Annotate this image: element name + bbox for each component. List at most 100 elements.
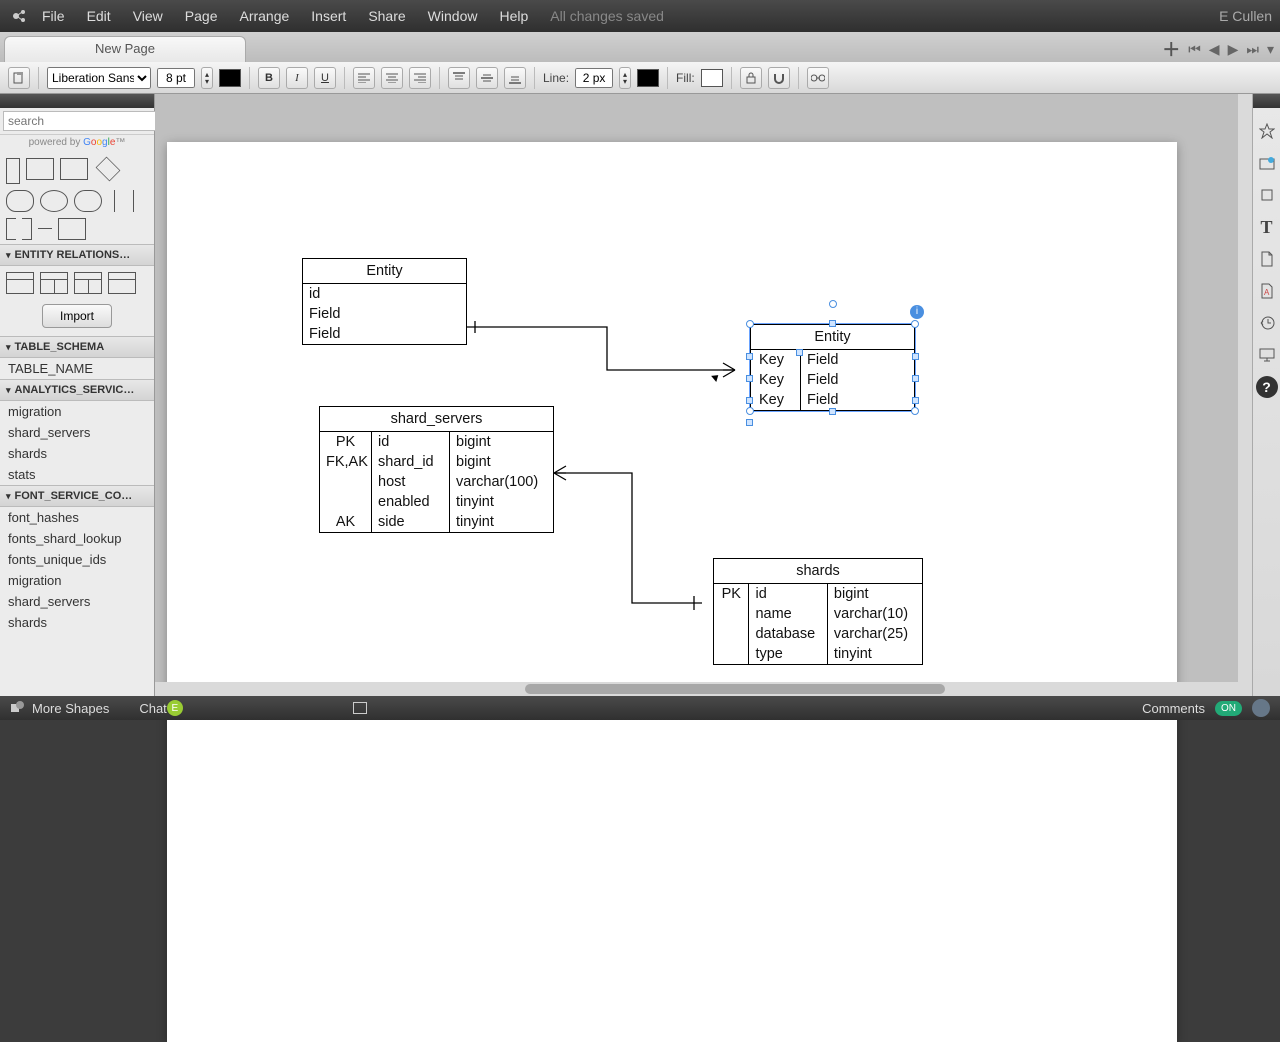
diagram-canvas[interactable]: Entity id Field Field Entity KeyField Ke… <box>155 94 1252 696</box>
more-shapes-button[interactable]: More Shapes <box>32 701 109 716</box>
diagram-shard-servers[interactable]: shard_servers PKidbigint FK,AKshard_idbi… <box>319 406 554 533</box>
menu-share[interactable]: Share <box>368 8 405 24</box>
item-stats[interactable]: stats <box>0 464 154 485</box>
help-button[interactable]: ? <box>1256 376 1278 398</box>
present-button[interactable] <box>1256 344 1278 366</box>
align-left-button[interactable] <box>353 67 375 89</box>
conn-point-r2[interactable] <box>912 375 919 382</box>
next-page-button[interactable]: ▶ <box>1228 41 1239 58</box>
resize-handle-sw[interactable] <box>746 407 754 415</box>
resize-handle-se[interactable] <box>911 407 919 415</box>
section-font-service[interactable]: FONT_SERVICE_CO… <box>0 485 154 507</box>
add-page-button[interactable]: ＋ <box>1162 36 1180 62</box>
shape-pill[interactable] <box>74 190 102 212</box>
conn-point-n[interactable] <box>829 320 836 327</box>
line-color-swatch[interactable] <box>637 69 659 87</box>
conn-point-l3[interactable] <box>746 397 753 404</box>
menu-window[interactable]: Window <box>428 8 478 24</box>
first-page-button[interactable]: ⏮ <box>1188 41 1201 58</box>
history-button[interactable] <box>1256 312 1278 334</box>
diagram-shards[interactable]: shards PKidbigint namevarchar(10) databa… <box>713 558 923 665</box>
menu-view[interactable]: View <box>133 8 163 24</box>
fill-color-swatch[interactable] <box>701 69 723 87</box>
page-size-button[interactable] <box>1256 184 1278 206</box>
resize-handle-nw[interactable] <box>746 320 754 328</box>
paste-style-button[interactable] <box>8 67 30 89</box>
item-table-name[interactable]: TABLE_NAME <box>0 358 154 379</box>
canvas-page[interactable]: Entity id Field Field Entity KeyField Ke… <box>167 142 1177 1042</box>
shape-vline2[interactable] <box>133 190 134 212</box>
conn-point-s[interactable] <box>829 408 836 415</box>
diagram-entity-2[interactable]: Entity KeyField KeyField KeyField <box>750 324 915 411</box>
item-fonts-unique-ids[interactable]: fonts_unique_ids <box>0 549 154 570</box>
page-tab[interactable]: New Page <box>4 36 246 62</box>
rotate-handle[interactable] <box>829 300 837 308</box>
erd-shape-4[interactable] <box>108 272 136 294</box>
item-shards-2[interactable]: shards <box>0 612 154 633</box>
connector-ss-shards[interactable] <box>554 468 724 613</box>
valign-middle-button[interactable] <box>476 67 498 89</box>
menu-page[interactable]: Page <box>185 8 218 24</box>
conn-point-l4[interactable] <box>746 419 753 426</box>
lock-button[interactable] <box>740 67 762 89</box>
erd-shape-1[interactable] <box>6 272 34 294</box>
shape-roundrect[interactable] <box>6 190 34 212</box>
section-entity-relations[interactable]: ENTITY RELATIONS… <box>0 244 154 266</box>
conn-point-l2[interactable] <box>746 375 753 382</box>
h-scroll-thumb[interactable] <box>525 684 945 694</box>
valign-bottom-button[interactable] <box>504 67 526 89</box>
shape-rect[interactable] <box>26 158 54 180</box>
shape-diamond[interactable] <box>96 157 121 182</box>
item-shard-servers-2[interactable]: shard_servers <box>0 591 154 612</box>
magnet-button[interactable] <box>768 67 790 89</box>
themes-button[interactable] <box>1256 152 1278 174</box>
shape-ellipse[interactable] <box>40 190 68 212</box>
info-badge[interactable]: i <box>910 305 924 319</box>
valign-top-button[interactable] <box>448 67 470 89</box>
navigator-button[interactable] <box>1256 120 1278 142</box>
user-avatar[interactable] <box>1252 699 1270 717</box>
bold-button[interactable]: B <box>258 67 280 89</box>
menu-edit[interactable]: Edit <box>87 8 111 24</box>
prev-page-button[interactable]: ◀ <box>1209 41 1220 58</box>
conn-point-inner[interactable] <box>796 349 803 356</box>
font-select[interactable]: Liberation Sans <box>47 67 151 89</box>
italic-button[interactable]: I <box>286 67 308 89</box>
user-name[interactable]: E Cullen <box>1219 8 1272 24</box>
item-font-hashes[interactable]: font_hashes <box>0 507 154 528</box>
search-input[interactable] <box>3 111 168 131</box>
align-right-button[interactable] <box>409 67 431 89</box>
conn-point-l1[interactable] <box>746 353 753 360</box>
underline-button[interactable]: U <box>314 67 336 89</box>
chat-user-badge[interactable]: E <box>167 700 183 716</box>
text-tool-button[interactable]: T <box>1256 216 1278 238</box>
font-size-input[interactable] <box>157 68 195 88</box>
menu-file[interactable]: File <box>42 8 65 24</box>
master-page-button[interactable]: A <box>1256 280 1278 302</box>
text-color-swatch[interactable] <box>219 69 241 87</box>
horizontal-scrollbar[interactable] <box>155 682 1252 696</box>
shape-vline[interactable] <box>114 190 115 212</box>
chat-button[interactable]: Chat <box>139 701 166 716</box>
diagram-entity-1[interactable]: Entity id Field Field <box>302 258 467 345</box>
import-button[interactable]: Import <box>42 304 112 328</box>
item-shard-servers[interactable]: shard_servers <box>0 422 154 443</box>
section-analytics-service[interactable]: ANALYTICS_SERVIC… <box>0 379 154 401</box>
link-button[interactable] <box>807 67 829 89</box>
menu-help[interactable]: Help <box>499 8 528 24</box>
align-center-button[interactable] <box>381 67 403 89</box>
comments-button[interactable]: Comments <box>1142 701 1205 716</box>
erd-shape-3[interactable] <box>74 272 102 294</box>
resize-handle-ne[interactable] <box>911 320 919 328</box>
shape-rect2[interactable] <box>60 158 88 180</box>
shape-note[interactable] <box>58 218 86 240</box>
line-stepper[interactable]: ▴▾ <box>619 67 631 89</box>
document-button[interactable] <box>1256 248 1278 270</box>
menu-arrange[interactable]: Arrange <box>239 8 289 24</box>
presentation-icon[interactable] <box>353 702 367 714</box>
comments-toggle[interactable]: ON <box>1215 701 1242 716</box>
size-stepper[interactable]: ▴▾ <box>201 67 213 89</box>
line-width-input[interactable] <box>575 68 613 88</box>
shape-vrect[interactable] <box>6 158 20 184</box>
item-migration[interactable]: migration <box>0 401 154 422</box>
